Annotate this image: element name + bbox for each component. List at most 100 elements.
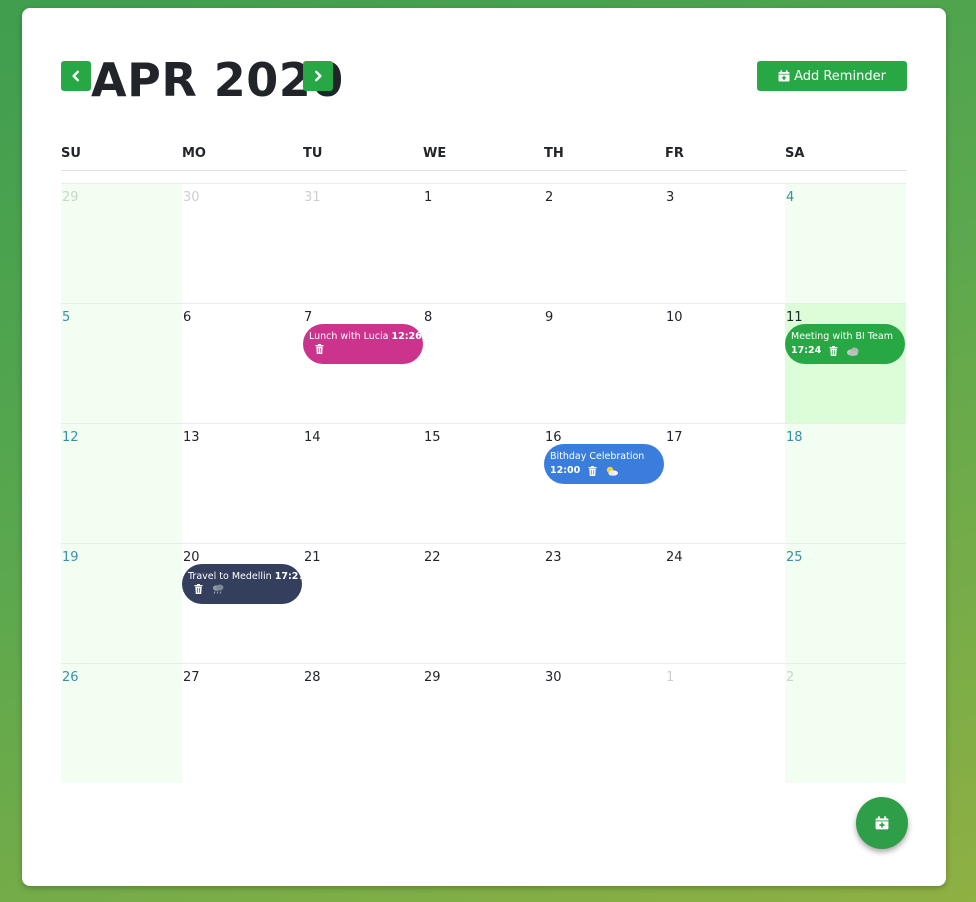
day-number: 5 bbox=[62, 310, 71, 325]
day-number: 13 bbox=[183, 430, 200, 445]
day-number: 6 bbox=[183, 310, 192, 325]
event-title: Travel to Medellin bbox=[188, 571, 272, 582]
day-cell[interactable]: 7 Lunch with Lucia 12:26 bbox=[303, 303, 424, 423]
trash-icon[interactable] bbox=[829, 345, 838, 356]
day-cell[interactable]: 21 bbox=[303, 543, 424, 663]
day-number: 1 bbox=[666, 670, 675, 685]
day-cell[interactable]: 16 Bithday Celebration 12:00 bbox=[544, 423, 665, 543]
reminder-event[interactable]: Lunch with Lucia 12:26 bbox=[303, 324, 423, 364]
day-number: 14 bbox=[304, 430, 321, 445]
day-number: 2 bbox=[786, 670, 795, 685]
day-cell[interactable]: 31 bbox=[303, 183, 424, 303]
day-number: 29 bbox=[424, 670, 441, 685]
day-number: 3 bbox=[666, 190, 675, 205]
day-cell[interactable]: 9 bbox=[544, 303, 665, 423]
add-reminder-fab[interactable] bbox=[856, 797, 908, 849]
event-time: 17:27 bbox=[274, 571, 305, 582]
weekday-header-row: SU MO TU WE TH FR SA bbox=[61, 146, 907, 171]
day-number: 29 bbox=[62, 190, 79, 205]
day-number: 21 bbox=[304, 550, 321, 565]
day-number: 17 bbox=[666, 430, 683, 445]
day-number: 9 bbox=[545, 310, 554, 325]
day-cell[interactable]: 26 bbox=[61, 663, 182, 783]
day-cell[interactable]: 27 bbox=[182, 663, 303, 783]
trash-icon[interactable] bbox=[315, 344, 324, 354]
day-cell[interactable]: 20 Travel to Medellin 17:27 bbox=[182, 543, 305, 663]
day-cell[interactable]: 22 bbox=[423, 543, 544, 663]
day-cell[interactable]: 1 bbox=[665, 663, 786, 783]
weekday-we: WE bbox=[423, 146, 447, 161]
weekday-mo: MO bbox=[182, 146, 206, 161]
day-number: 4 bbox=[786, 190, 795, 205]
day-number: 19 bbox=[62, 550, 79, 565]
day-number: 24 bbox=[666, 550, 683, 565]
day-cell[interactable]: 18 bbox=[785, 423, 906, 543]
chevron-right-icon bbox=[315, 70, 322, 82]
day-cell[interactable]: 3 bbox=[665, 183, 786, 303]
day-number: 1 bbox=[424, 190, 433, 205]
day-number: 26 bbox=[62, 670, 79, 685]
rain-cloud-icon bbox=[212, 584, 224, 594]
day-cell[interactable]: 8 bbox=[423, 303, 544, 423]
day-cell[interactable]: 1 bbox=[423, 183, 544, 303]
day-cell[interactable]: 10 bbox=[665, 303, 786, 423]
calendar-grid: 29 30 31 1 2 3 4 5 6 7 Lunch with Lucia … bbox=[61, 183, 907, 783]
day-number: 30 bbox=[183, 190, 200, 205]
trash-icon[interactable] bbox=[194, 584, 203, 594]
weekday-tu: TU bbox=[303, 146, 323, 161]
day-cell[interactable]: 2 bbox=[785, 663, 906, 783]
day-number: 20 bbox=[183, 550, 200, 565]
day-cell[interactable]: 30 bbox=[182, 183, 303, 303]
reminder-event[interactable]: Meeting with BI Team 17:24 bbox=[785, 324, 905, 364]
day-cell[interactable]: 14 bbox=[303, 423, 424, 543]
calendar-plus-icon bbox=[875, 816, 889, 830]
day-number: 28 bbox=[304, 670, 321, 685]
calendar-card: APR 2020 Add Reminder SU MO TU WE TH FR … bbox=[22, 8, 946, 886]
day-cell[interactable]: 15 bbox=[423, 423, 544, 543]
weekday-fr: FR bbox=[665, 146, 684, 161]
calendar-plus-icon bbox=[778, 70, 790, 82]
day-number: 27 bbox=[183, 670, 200, 685]
trash-icon[interactable] bbox=[588, 465, 597, 476]
chevron-left-icon bbox=[72, 70, 79, 82]
day-cell[interactable]: 5 bbox=[61, 303, 182, 423]
day-cell[interactable]: 17 bbox=[665, 423, 786, 543]
day-number: 30 bbox=[545, 670, 562, 685]
day-cell[interactable]: 24 bbox=[665, 543, 786, 663]
event-title: Bithday Celebration bbox=[550, 451, 645, 462]
event-time: 12:26 bbox=[391, 331, 422, 342]
reminder-event[interactable]: Travel to Medellin 17:27 bbox=[182, 564, 305, 604]
day-number: 22 bbox=[424, 550, 441, 565]
day-number: 2 bbox=[545, 190, 554, 205]
add-reminder-button[interactable]: Add Reminder bbox=[757, 61, 907, 91]
day-cell[interactable]: 6 bbox=[182, 303, 303, 423]
day-cell[interactable]: 2 bbox=[544, 183, 665, 303]
day-cell[interactable]: 29 bbox=[61, 183, 182, 303]
next-month-button[interactable] bbox=[303, 61, 333, 91]
event-title: Lunch with Lucia bbox=[309, 331, 389, 342]
day-cell[interactable]: 12 bbox=[61, 423, 182, 543]
day-number: 16 bbox=[545, 430, 562, 445]
cloud-icon bbox=[847, 347, 859, 356]
day-cell[interactable]: 19 bbox=[61, 543, 182, 663]
day-number: 15 bbox=[424, 430, 441, 445]
day-cell[interactable]: 28 bbox=[303, 663, 424, 783]
calendar-header: APR 2020 Add Reminder bbox=[61, 53, 907, 112]
day-number: 10 bbox=[666, 310, 683, 325]
day-cell[interactable]: 29 bbox=[423, 663, 544, 783]
prev-month-button[interactable] bbox=[61, 61, 91, 91]
event-title: Meeting with BI Team bbox=[791, 331, 893, 342]
day-number: 18 bbox=[786, 430, 803, 445]
weekday-sa: SA bbox=[785, 146, 805, 161]
day-cell-today[interactable]: 11 Meeting with BI Team 17:24 bbox=[785, 303, 906, 423]
reminder-event[interactable]: Bithday Celebration 12:00 bbox=[544, 444, 664, 484]
day-cell[interactable]: 25 bbox=[785, 543, 906, 663]
partly-sunny-icon bbox=[607, 466, 619, 476]
day-cell[interactable]: 4 bbox=[785, 183, 906, 303]
add-reminder-label: Add Reminder bbox=[794, 68, 886, 84]
day-cell[interactable]: 13 bbox=[182, 423, 303, 543]
day-cell[interactable]: 30 bbox=[544, 663, 665, 783]
day-cell[interactable]: 23 bbox=[544, 543, 665, 663]
weekday-th: TH bbox=[544, 146, 564, 161]
day-number: 23 bbox=[545, 550, 562, 565]
